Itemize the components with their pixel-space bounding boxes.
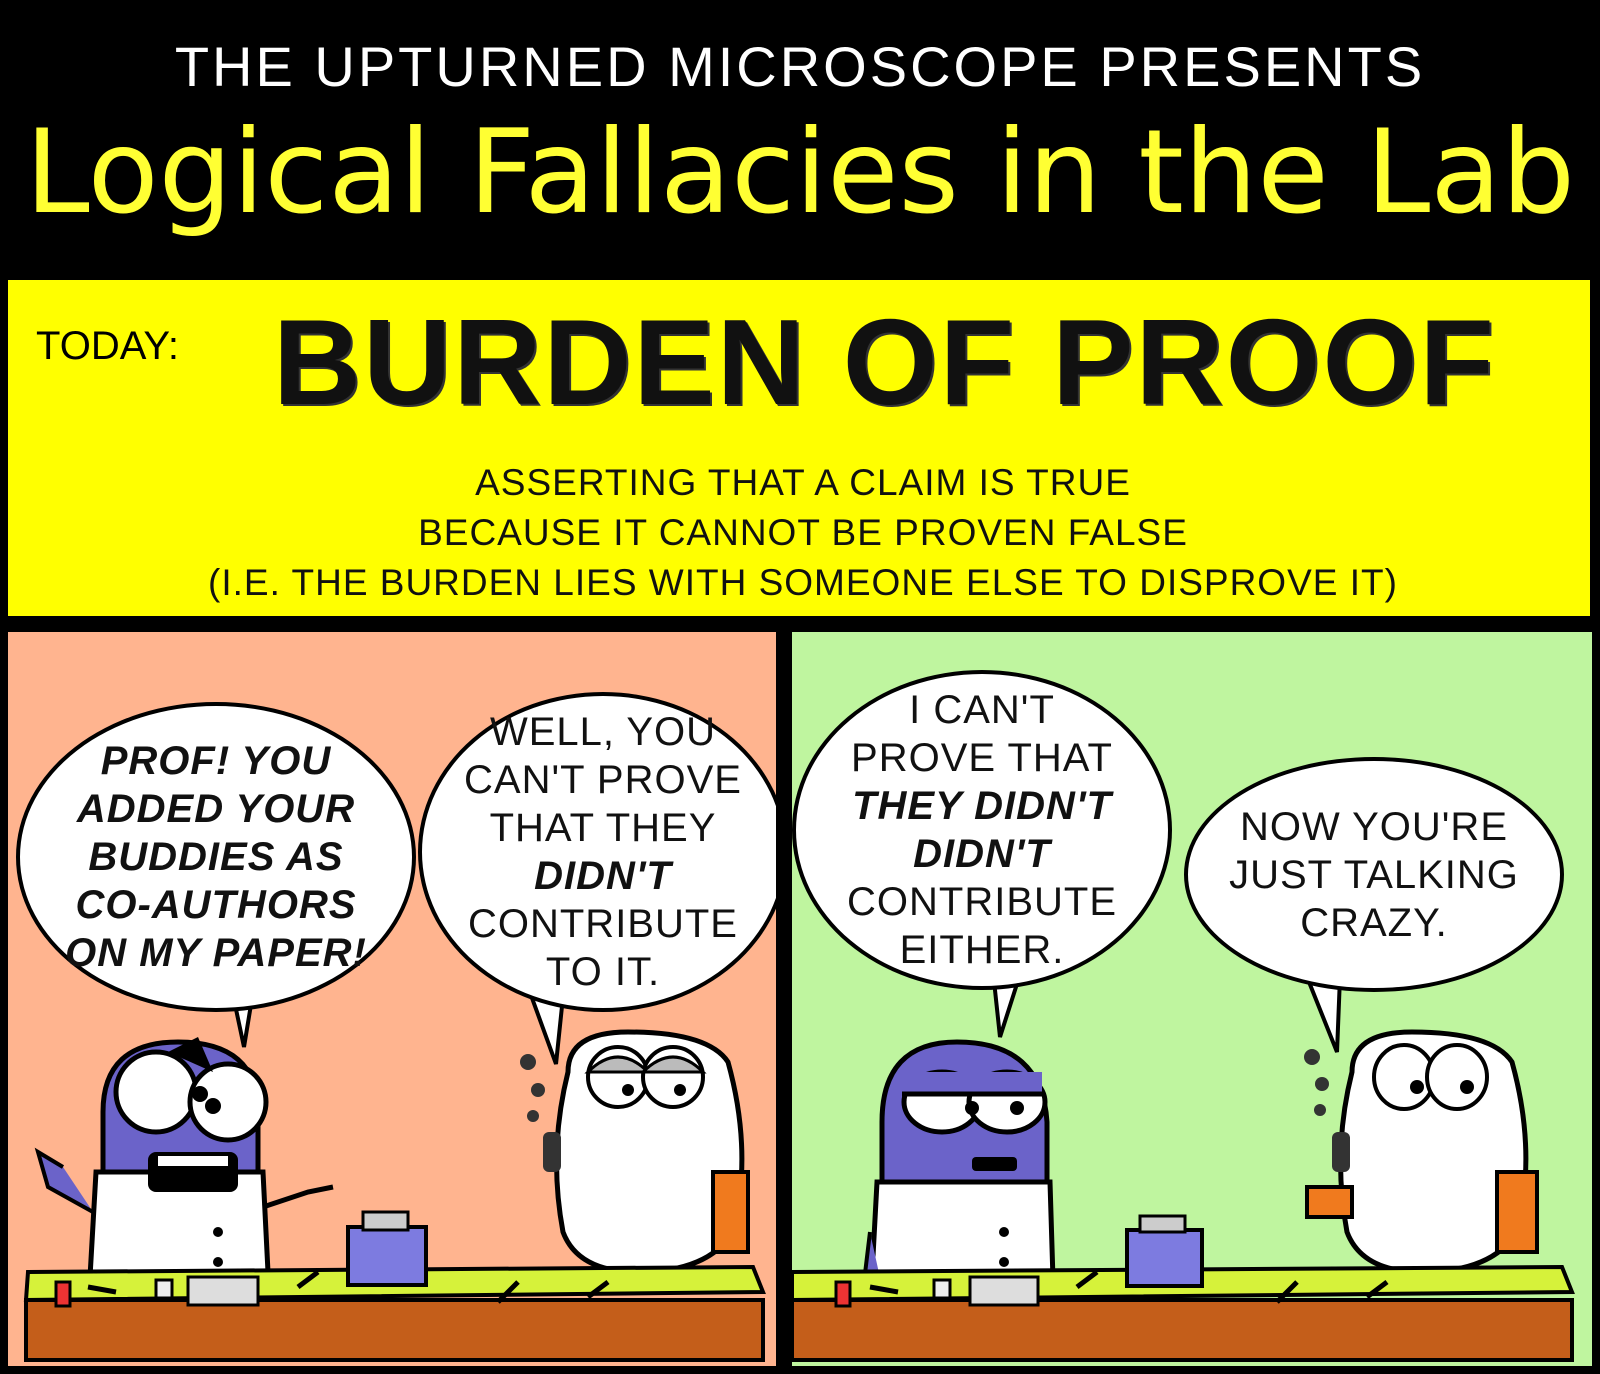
definition-line: ASSERTING THAT A CLAIM IS TRUE (475, 462, 1131, 503)
series-title: Logical Fallacies in the Lab (25, 105, 1575, 240)
speech-line: BUDDIES AS (88, 835, 344, 879)
professor-speech-bubble: NOW YOU'RE JUST TALKING CRAZY. (1184, 757, 1564, 992)
speech-line-emphasis: THEY DIDN'T (852, 784, 1112, 828)
speech-line: I CAN'T (909, 688, 1055, 732)
professor-character (520, 1029, 750, 1275)
speech-line: PROVE THAT (851, 736, 1113, 780)
speech-line: NOW YOU'RE (1239, 804, 1508, 849)
professor-character (1304, 1029, 1539, 1275)
speech-line: ADDED YOUR (76, 787, 356, 831)
speech-line: CAN'T PROVE (464, 758, 742, 802)
presents-line: THE UPTURNED MICROSCOPE PRESENTS (174, 35, 1426, 98)
topic-box: TODAY: BURDEN OF PROOF ASSERTING THAT A … (4, 276, 1594, 620)
speech-line: CO-AUTHORS (75, 883, 357, 927)
today-label: TODAY: (36, 324, 180, 368)
speech-line: TO IT. (545, 950, 661, 994)
student-speech-bubble: I CAN'T PROVE THAT THEY DIDN'T DIDN'T CO… (792, 670, 1172, 990)
speech-line: JUST TALKING (1229, 852, 1519, 897)
student-speech-bubble: PROF! YOU ADDED YOUR BUDDIES AS CO-AUTHO… (16, 702, 416, 1012)
speech-line-emphasis: DIDN'T (534, 854, 672, 898)
comic-panel-2: I CAN'T PROVE THAT THEY DIDN'T DIDN'T CO… (788, 628, 1596, 1370)
comic-header: THE UPTURNED MICROSCOPE PRESENTS Logical… (0, 0, 1600, 270)
comic-panel-1: PROF! YOU ADDED YOUR BUDDIES AS CO-AUTHO… (4, 628, 780, 1370)
speech-line-emphasis: DIDN'T (913, 832, 1051, 876)
speech-line: ON MY PAPER! (65, 931, 367, 975)
speech-line: WELL, YOU (489, 710, 717, 754)
speech-line: THAT THEY (489, 806, 717, 850)
speech-line: EITHER. (899, 928, 1065, 972)
speech-line: CONTRIBUTE (467, 902, 738, 946)
speech-line: CONTRIBUTE (847, 880, 1117, 924)
speech-line: PROF! YOU (100, 739, 332, 783)
speech-line: CRAZY. (1300, 900, 1448, 945)
professor-speech-bubble: WELL, YOU CAN'T PROVE THAT THEY DIDN'T C… (418, 692, 776, 1012)
topic-name: BURDEN OF PROOF (273, 294, 1496, 430)
definition-line: BECAUSE IT CANNOT BE PROVEN FALSE (418, 512, 1188, 553)
definition-line: (I.E. THE BURDEN LIES WITH SOMEONE ELSE … (208, 562, 1398, 603)
topic-definition: ASSERTING THAT A CLAIM IS TRUE BECAUSE I… (8, 458, 1598, 608)
